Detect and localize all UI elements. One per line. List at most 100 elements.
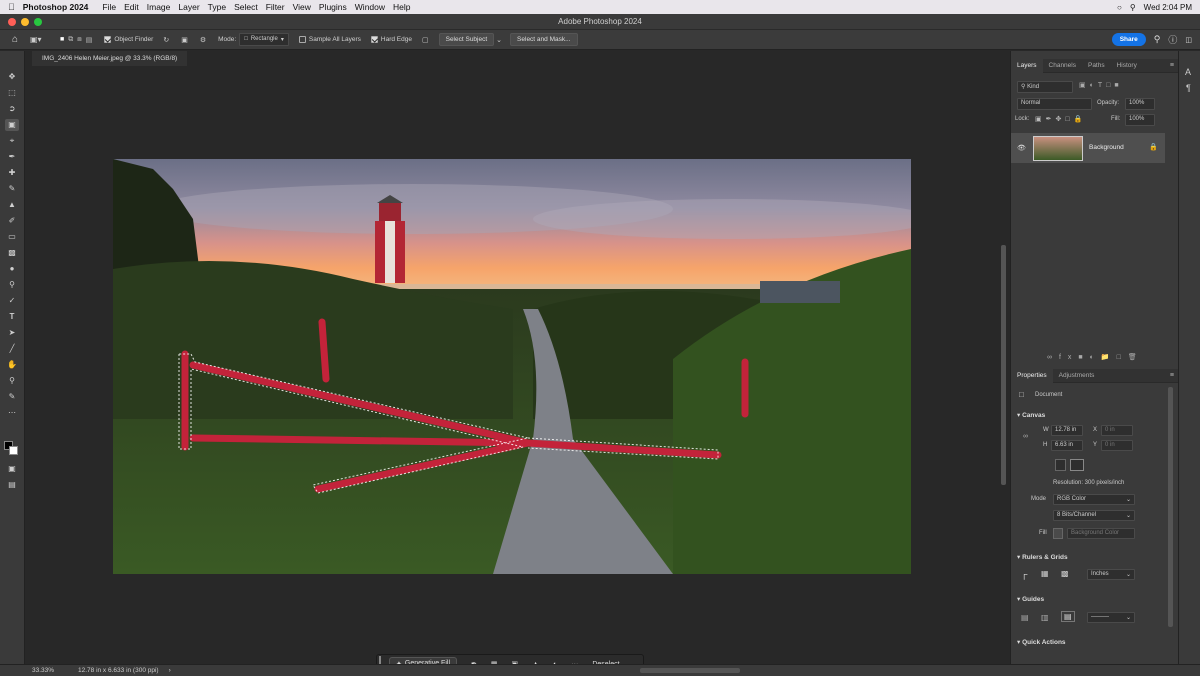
opacity-field[interactable]: 100% xyxy=(1125,98,1155,110)
search-icon[interactable]: ⚲ xyxy=(1130,3,1136,12)
menu-filter[interactable]: Filter xyxy=(266,2,293,12)
marquee-tool-icon[interactable]: ⬚ xyxy=(5,87,19,99)
layer-name[interactable]: Background xyxy=(1089,144,1124,151)
select-subject-dropdown-icon[interactable]: ⌄ xyxy=(496,36,502,44)
refresh-icon[interactable]: ↻ xyxy=(163,36,169,44)
link-dimensions-icon[interactable]: ∞ xyxy=(1023,433,1028,440)
properties-scrollbar[interactable] xyxy=(1168,387,1173,627)
menu-view[interactable]: View xyxy=(293,2,319,12)
layer-row-background[interactable]: 👁 Background 🔒 xyxy=(1011,133,1165,163)
photo-canvas[interactable] xyxy=(113,159,911,574)
home-icon[interactable]: ⌂ xyxy=(0,34,30,45)
apple-icon[interactable]:  xyxy=(0,2,15,12)
eyedropper-tool-icon[interactable]: ✒ xyxy=(5,151,19,163)
guide-icon-2[interactable]: ▥ xyxy=(1041,613,1049,622)
wifi-icon[interactable]: ○ xyxy=(1117,3,1122,12)
rulers-grids-section-header[interactable]: ▾ Rulers & Grids xyxy=(1017,553,1068,561)
layer-filter-icons[interactable]: ▣◐T□■ xyxy=(1079,81,1123,89)
select-subject-button[interactable]: Select Subject xyxy=(438,33,495,46)
crop-tool-icon[interactable]: ⌖ xyxy=(5,135,19,147)
close-window-button[interactable] xyxy=(8,18,16,26)
landscape-orientation-icon[interactable] xyxy=(1070,459,1084,471)
canvas-section-header[interactable]: ▾ Canvas xyxy=(1017,411,1045,419)
guide-style-dropdown[interactable]: ——— ⌄ xyxy=(1087,612,1135,623)
tab-channels[interactable]: Channels xyxy=(1043,59,1082,73)
guides-section-header[interactable]: ▾ Guides xyxy=(1017,595,1044,603)
lasso-tool-icon[interactable]: ➲ xyxy=(5,103,19,115)
menu-type[interactable]: Type xyxy=(208,2,234,12)
search-icon[interactable]: ⚲ xyxy=(1154,34,1161,45)
grid-icon[interactable]: ▦ xyxy=(1041,569,1049,578)
move-tool-icon[interactable]: ✥ xyxy=(5,71,19,83)
tab-properties[interactable]: Properties xyxy=(1011,368,1053,383)
mode-dropdown[interactable]: □ Rectangle ▾ xyxy=(239,33,289,46)
pen-tool-icon[interactable]: ✓ xyxy=(5,295,19,307)
type-tool-icon[interactable]: T xyxy=(5,311,19,323)
paragraph-panel-icon[interactable]: ¶ xyxy=(1186,83,1191,93)
zoom-tool-icon[interactable]: ⚲ xyxy=(5,375,19,387)
screen-mode-icon[interactable]: ▤ xyxy=(5,479,19,491)
fill-field[interactable]: 100% xyxy=(1125,114,1155,126)
document-tab[interactable]: IMG_2406 Helen Meier.jpeg @ 33.3% (RGB/8… xyxy=(32,51,188,66)
hand-tool-icon[interactable]: ✋ xyxy=(5,359,19,371)
bit-depth-dropdown[interactable]: 8 Bits/Channel ⌄ xyxy=(1053,510,1135,521)
clone-stamp-tool-icon[interactable]: ▲ xyxy=(5,199,19,211)
brush-tool-icon[interactable]: ✎ xyxy=(5,183,19,195)
ruler-icon[interactable]: ┌ xyxy=(1021,569,1027,579)
tool-preset-picker[interactable]: ▣▾ xyxy=(30,35,60,44)
gradient-tool-icon[interactable]: ▩ xyxy=(5,247,19,259)
guide-icon-3[interactable]: ▤ xyxy=(1061,611,1075,622)
menu-edit[interactable]: Edit xyxy=(124,2,147,12)
portrait-orientation-icon[interactable] xyxy=(1055,459,1066,471)
y-field[interactable]: 0 in xyxy=(1101,440,1133,451)
eraser-tool-icon[interactable]: ▭ xyxy=(5,231,19,243)
x-field[interactable]: 0 in xyxy=(1101,425,1133,436)
help-icon[interactable]: ⓘ xyxy=(1168,33,1177,46)
visibility-eye-icon[interactable]: 👁 xyxy=(1017,144,1026,152)
add-selection-icon[interactable]: ⧉ xyxy=(68,36,73,44)
lock-icons[interactable]: ▣✒✥□🔒 xyxy=(1035,115,1086,123)
new-selection-icon[interactable]: ■ xyxy=(60,36,64,43)
dodge-tool-icon[interactable]: ⚲ xyxy=(5,279,19,291)
fill-color-swatch[interactable] xyxy=(1053,528,1063,539)
horizontal-scrollbar[interactable] xyxy=(640,668,740,673)
menu-select[interactable]: Select xyxy=(234,2,266,12)
blend-mode-dropdown[interactable]: Normal xyxy=(1017,98,1092,110)
menu-layer[interactable]: Layer xyxy=(178,2,207,12)
tab-paths[interactable]: Paths xyxy=(1082,59,1111,73)
share-button[interactable]: Share xyxy=(1111,33,1146,46)
workspace-icon[interactable]: ◫ xyxy=(1185,36,1192,44)
canvas-scrollbar[interactable] xyxy=(1001,245,1006,485)
subtract-selection-icon[interactable]: ⧈ xyxy=(77,36,81,44)
app-menu[interactable]: Photoshop 2024 xyxy=(15,2,97,12)
line-tool-icon[interactable]: ╱ xyxy=(5,343,19,355)
quick-actions-section-header[interactable]: ▾ Quick Actions xyxy=(1017,638,1066,646)
select-subject-icon[interactable]: ▢ xyxy=(422,36,429,44)
show-objects-icon[interactable]: ▣ xyxy=(181,36,188,44)
zoom-level[interactable]: 33.33% xyxy=(32,667,72,674)
panel-menu-icon[interactable]: ≡ xyxy=(1170,62,1174,69)
object-selection-tool-icon[interactable]: ▣ xyxy=(5,119,19,131)
menu-image[interactable]: Image xyxy=(147,2,179,12)
fill-dropdown[interactable]: Background Color xyxy=(1067,528,1135,539)
status-chevron-icon[interactable]: › xyxy=(169,667,171,674)
layer-actions[interactable]: ∞fx■◐📁□🗑 xyxy=(1047,353,1144,361)
object-finder-checkbox[interactable] xyxy=(104,36,112,43)
pixel-grid-icon[interactable]: ▩ xyxy=(1061,569,1069,578)
menu-help[interactable]: Help xyxy=(393,2,418,12)
guide-icon-1[interactable]: ▤ xyxy=(1021,613,1029,622)
select-and-mask-button[interactable]: Select and Mask... xyxy=(510,33,578,46)
sample-all-layers-checkbox[interactable] xyxy=(298,36,306,43)
healing-brush-tool-icon[interactable]: ✚ xyxy=(5,167,19,179)
clock[interactable]: Wed 2:04 PM xyxy=(1144,3,1192,12)
menu-window[interactable]: Window xyxy=(355,2,393,12)
layer-filter-kind[interactable]: ⚲ Kind xyxy=(1017,81,1073,93)
blur-tool-icon[interactable]: ● xyxy=(5,263,19,275)
minimize-window-button[interactable] xyxy=(21,18,29,26)
background-color-swatch[interactable] xyxy=(9,446,18,455)
menu-plugins[interactable]: Plugins xyxy=(319,2,355,12)
width-field[interactable]: 12.78 in xyxy=(1051,425,1083,436)
tab-layers[interactable]: Layers xyxy=(1011,58,1043,73)
settings-gear-icon[interactable]: ⚙ xyxy=(200,36,206,44)
zoom-window-button[interactable] xyxy=(34,18,42,26)
